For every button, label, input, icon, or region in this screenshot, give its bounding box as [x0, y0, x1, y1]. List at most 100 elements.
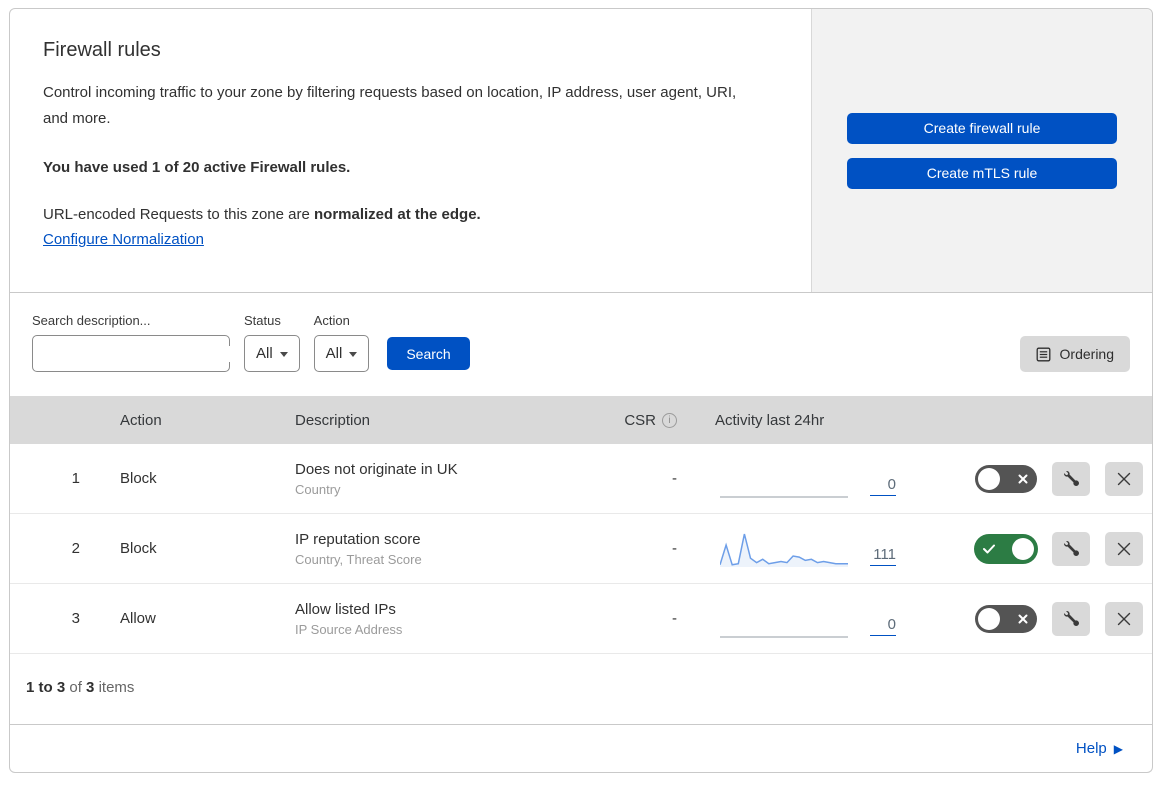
rule-csr-value: -	[672, 540, 677, 557]
delete-rule-button[interactable]	[1105, 461, 1143, 496]
search-button[interactable]: Search	[387, 337, 470, 370]
actions-panel: Create firewall rule Create mTLS rule	[811, 9, 1152, 292]
action-filter-group: Action All	[313, 313, 370, 372]
rule-action: Allow	[120, 610, 156, 627]
activity-sparkline	[720, 533, 848, 567]
ordering-button-label: Ordering	[1059, 346, 1114, 362]
edit-rule-button[interactable]	[1052, 601, 1090, 636]
close-icon	[1117, 542, 1131, 555]
rule-controls	[925, 601, 1152, 636]
toggle-knob	[978, 607, 1000, 630]
rule-description-cell: IP reputation score Country, Threat Scor…	[275, 531, 595, 567]
ordering-button[interactable]: Ordering	[1019, 336, 1130, 372]
normalization-line: URL-encoded Requests to this zone are no…	[43, 206, 771, 223]
rule-enabled-toggle[interactable]	[975, 464, 1037, 493]
create-mtls-rule-button[interactable]: Create mTLS rule	[847, 157, 1117, 189]
rule-enabled-toggle[interactable]	[975, 534, 1037, 563]
edit-rule-button[interactable]	[1052, 461, 1090, 496]
chevron-down-icon	[279, 352, 288, 357]
rule-fields: Country, Threat Score	[295, 551, 422, 567]
rule-controls	[925, 531, 1152, 566]
rule-description-cell: Does not originate in UK Country	[275, 461, 595, 497]
wrench-icon	[1063, 471, 1079, 486]
x-icon	[1018, 474, 1028, 483]
delete-rule-button[interactable]	[1105, 531, 1143, 566]
rule-csr-value: -	[672, 470, 677, 487]
check-icon	[983, 544, 995, 553]
rule-activity-cell: 111	[685, 529, 925, 569]
pagination-summary: 1 to 3 of 3 items	[10, 654, 1152, 724]
table-row: 2 Block IP reputation score Country, Thr…	[10, 514, 1152, 584]
activity-sparkline	[720, 495, 848, 498]
rule-description-cell: Allow listed IPs IP Source Address	[275, 601, 595, 637]
rule-csr-value: -	[672, 610, 677, 627]
configure-normalization-link[interactable]: Configure Normalization	[43, 231, 204, 248]
x-icon	[1018, 614, 1028, 623]
status-filter-group: Status All	[244, 313, 300, 372]
pagination-of: of	[69, 679, 82, 696]
chevron-down-icon	[349, 352, 358, 357]
rule-description: Allow listed IPs	[295, 600, 396, 618]
firewall-rules-header-card: Firewall rules Control incoming traffic …	[9, 8, 1153, 293]
rule-fields: IP Source Address	[295, 621, 403, 637]
list-document-icon	[1036, 347, 1050, 361]
column-header-description: Description	[295, 411, 371, 429]
activity-count-link[interactable]: 111	[870, 546, 896, 566]
column-header-action: Action	[120, 411, 162, 429]
activity-count-link[interactable]: 0	[870, 616, 896, 636]
create-firewall-rule-button[interactable]: Create firewall rule	[847, 112, 1117, 144]
pagination-range: 1 to 3	[26, 679, 66, 696]
status-filter-label: Status	[244, 313, 281, 328]
column-header-activity: Activity last 24hr	[715, 411, 825, 429]
action-filter-value: All	[325, 345, 343, 362]
close-icon	[1117, 612, 1131, 625]
rule-description: IP reputation score	[295, 530, 421, 548]
rule-priority: 2	[71, 540, 80, 557]
help-bar: Help ▶	[9, 725, 1153, 773]
wrench-icon	[1063, 611, 1079, 626]
normalization-text: URL-encoded Requests to this zone are	[43, 205, 314, 223]
toggle-knob	[978, 467, 1000, 490]
activity-sparkline	[720, 635, 848, 638]
activity-count-link[interactable]: 0	[870, 476, 896, 496]
rule-priority: 1	[71, 470, 80, 487]
header-content: Firewall rules Control incoming traffic …	[10, 9, 811, 292]
search-field-label: Search description...	[32, 313, 151, 328]
rule-controls	[925, 461, 1152, 496]
pagination-total: 3	[86, 679, 95, 696]
rule-action: Block	[120, 540, 157, 557]
status-filter-value: All	[256, 345, 273, 362]
column-header-csr: CSR i	[595, 412, 685, 429]
page-description: Control incoming traffic to your zone by…	[43, 84, 737, 128]
info-icon[interactable]: i	[662, 412, 677, 428]
toggle-knob	[1012, 537, 1034, 560]
search-input-wrapper	[32, 335, 232, 372]
table-header-row: Action Description CSR i Activity last 2…	[10, 396, 1152, 444]
firewall-rules-page: Firewall rules Control incoming traffic …	[9, 8, 1153, 773]
arrow-right-icon: ▶	[1113, 741, 1123, 756]
csr-header-label: CSR	[624, 411, 656, 429]
wrench-icon	[1063, 541, 1079, 556]
rule-fields: Country	[295, 481, 341, 497]
delete-rule-button[interactable]	[1105, 601, 1143, 636]
rule-enabled-toggle[interactable]	[975, 604, 1037, 633]
status-filter-dropdown[interactable]: All	[244, 335, 300, 372]
rule-activity-cell: 0	[685, 459, 925, 499]
action-filter-dropdown[interactable]: All	[313, 335, 370, 372]
rule-description: Does not originate in UK	[295, 460, 458, 478]
normalization-bold-text: normalized at the edge.	[314, 205, 481, 223]
rule-activity-cell: 0	[685, 599, 925, 639]
rules-list-card: Search description... Status All Action …	[9, 293, 1153, 725]
search-input[interactable]	[51, 345, 232, 362]
close-icon	[1117, 472, 1131, 485]
search-field-group: Search description...	[32, 313, 232, 372]
action-filter-label: Action	[313, 313, 350, 328]
table-row: 3 Allow Allow listed IPs IP Source Addre…	[10, 584, 1152, 654]
help-link-label: Help	[1075, 740, 1107, 757]
rule-action: Block	[120, 470, 157, 487]
page-title: Firewall rules	[43, 39, 161, 61]
edit-rule-button[interactable]	[1052, 531, 1090, 566]
pagination-items: items	[98, 679, 135, 696]
table-row: 1 Block Does not originate in UK Country…	[10, 444, 1152, 514]
help-link[interactable]: Help ▶	[1076, 740, 1123, 757]
